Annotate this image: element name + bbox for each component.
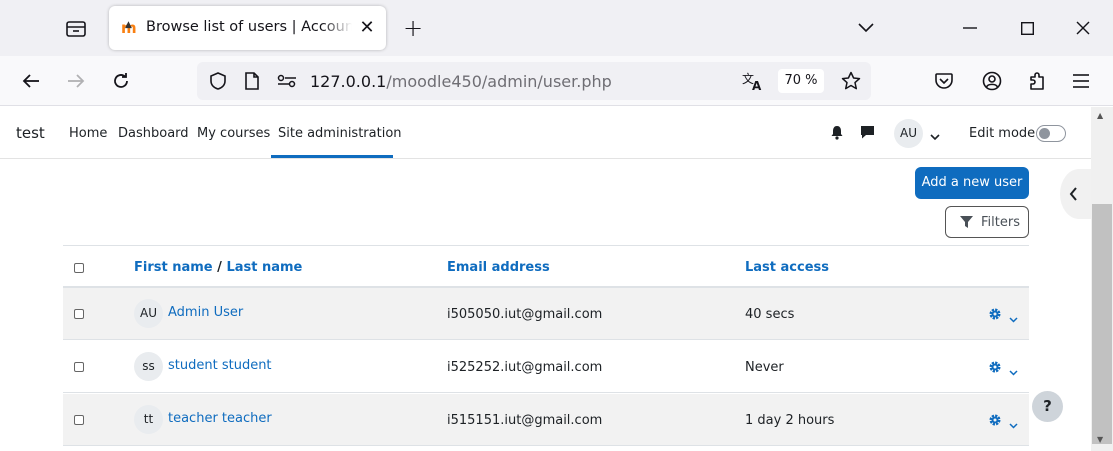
- nav-my-courses[interactable]: My courses: [197, 126, 270, 141]
- user-name-link[interactable]: teacher teacher: [168, 411, 272, 426]
- last-access-cell: Never: [745, 360, 784, 375]
- table-row: ss student student i525252.iut@gmail.com…: [63, 341, 1029, 393]
- avatar: ss: [134, 352, 163, 381]
- page-icon[interactable]: [237, 66, 267, 96]
- url-text[interactable]: 127.0.0.1/moodle450/admin/user.php: [310, 72, 612, 91]
- add-new-user-button[interactable]: Add a new user: [915, 167, 1029, 199]
- close-icon[interactable]: ✕: [356, 17, 378, 39]
- gear-icon[interactable]: [988, 412, 1002, 431]
- tab-list-icon[interactable]: [62, 16, 90, 42]
- chevron-down-icon[interactable]: [1009, 414, 1018, 433]
- moodle-favicon-icon: ▲ m: [121, 19, 137, 37]
- maximize-icon[interactable]: [1012, 14, 1042, 42]
- gear-icon[interactable]: [988, 359, 1002, 378]
- select-all-checkbox[interactable]: [74, 263, 84, 273]
- shield-icon[interactable]: [203, 66, 233, 96]
- minimize-icon[interactable]: [955, 14, 985, 42]
- table-row: tt teacher teacher i515151.iut@gmail.com…: [63, 394, 1029, 446]
- permissions-icon[interactable]: [272, 66, 302, 96]
- page-scrollbar[interactable]: ▲ ▼: [1091, 107, 1113, 451]
- extensions-icon[interactable]: [1022, 66, 1052, 96]
- scroll-down-icon[interactable]: ▼: [1097, 435, 1103, 444]
- tab-title: Browse list of users | Accounts | test: [146, 19, 352, 35]
- header-separator: /: [212, 260, 227, 275]
- bell-icon[interactable]: [830, 125, 844, 144]
- url-bar[interactable]: 127.0.0.1/moodle450/admin/user.php 文A 70…: [197, 62, 871, 100]
- primary-navigation: test Home Dashboard My courses Site admi…: [0, 107, 1091, 159]
- nav-home[interactable]: Home: [69, 126, 107, 141]
- browser-tab-bar: ▲m Browse list of users | Accounts | tes…: [0, 0, 1113, 56]
- filter-icon: [960, 216, 973, 228]
- table-header: First name / Last name Email address Las…: [63, 245, 1029, 288]
- pocket-icon[interactable]: [929, 66, 959, 96]
- site-name[interactable]: test: [16, 124, 45, 142]
- sort-first-name[interactable]: First name: [134, 260, 213, 275]
- user-name-link[interactable]: student student: [168, 358, 272, 373]
- chevron-down-icon[interactable]: [1009, 308, 1018, 327]
- last-access-cell: 1 day 2 hours: [745, 413, 835, 428]
- gear-icon[interactable]: [988, 306, 1002, 325]
- chevron-down-icon[interactable]: [851, 14, 881, 42]
- sort-last-name[interactable]: Last name: [226, 260, 302, 275]
- header-name: First name / Last name: [134, 260, 302, 275]
- filters-label: Filters: [981, 214, 1020, 230]
- svg-text:A: A: [752, 79, 762, 91]
- scroll-thumb[interactable]: [1092, 204, 1112, 444]
- back-icon[interactable]: [16, 66, 46, 96]
- messages-icon[interactable]: [860, 125, 875, 144]
- toggle-knob: [1039, 128, 1050, 139]
- page-content: test Home Dashboard My courses Site admi…: [0, 107, 1098, 451]
- email-cell: i505050.iut@gmail.com: [447, 307, 603, 322]
- account-icon[interactable]: [977, 66, 1007, 96]
- menu-icon[interactable]: [1066, 66, 1096, 96]
- active-nav-indicator: [271, 155, 393, 158]
- sort-last-access[interactable]: Last access: [745, 260, 829, 275]
- plus-icon[interactable]: +: [399, 14, 427, 42]
- browser-tab[interactable]: ▲m Browse list of users | Accounts | tes…: [109, 6, 386, 50]
- table-row: AU Admin User i505050.iut@gmail.com 40 s…: [63, 288, 1029, 340]
- window-close-icon[interactable]: [1068, 14, 1098, 42]
- translate-icon[interactable]: 文A: [738, 66, 768, 96]
- chevron-left-icon: [1069, 187, 1077, 201]
- row-checkbox[interactable]: [74, 415, 84, 425]
- scroll-up-icon[interactable]: ▲: [1097, 111, 1103, 120]
- help-button[interactable]: ?: [1032, 391, 1063, 422]
- nav-site-administration[interactable]: Site administration: [278, 126, 402, 141]
- last-access-cell: 40 secs: [745, 307, 795, 322]
- email-cell: i515151.iut@gmail.com: [447, 413, 603, 428]
- user-avatar[interactable]: AU: [894, 119, 923, 148]
- avatar: AU: [134, 299, 163, 328]
- edit-mode-label: Edit mode: [969, 126, 1036, 141]
- star-icon[interactable]: [836, 66, 866, 96]
- row-checkbox[interactable]: [74, 362, 84, 372]
- filters-button[interactable]: Filters: [945, 206, 1029, 238]
- reload-icon[interactable]: [106, 66, 136, 96]
- email-cell: i525252.iut@gmail.com: [447, 360, 603, 375]
- avatar: tt: [134, 405, 163, 434]
- chevron-down-icon[interactable]: [930, 126, 940, 145]
- sort-email[interactable]: Email address: [447, 260, 550, 275]
- edit-mode-toggle[interactable]: [1036, 125, 1066, 142]
- forward-icon[interactable]: [61, 66, 91, 96]
- user-name-link[interactable]: Admin User: [168, 305, 243, 320]
- chevron-down-icon[interactable]: [1009, 361, 1018, 380]
- nav-dashboard[interactable]: Dashboard: [118, 126, 189, 141]
- row-checkbox[interactable]: [74, 309, 84, 319]
- zoom-level[interactable]: 70 %: [778, 69, 824, 93]
- browser-toolbar: 127.0.0.1/moodle450/admin/user.php 文A 70…: [0, 56, 1113, 106]
